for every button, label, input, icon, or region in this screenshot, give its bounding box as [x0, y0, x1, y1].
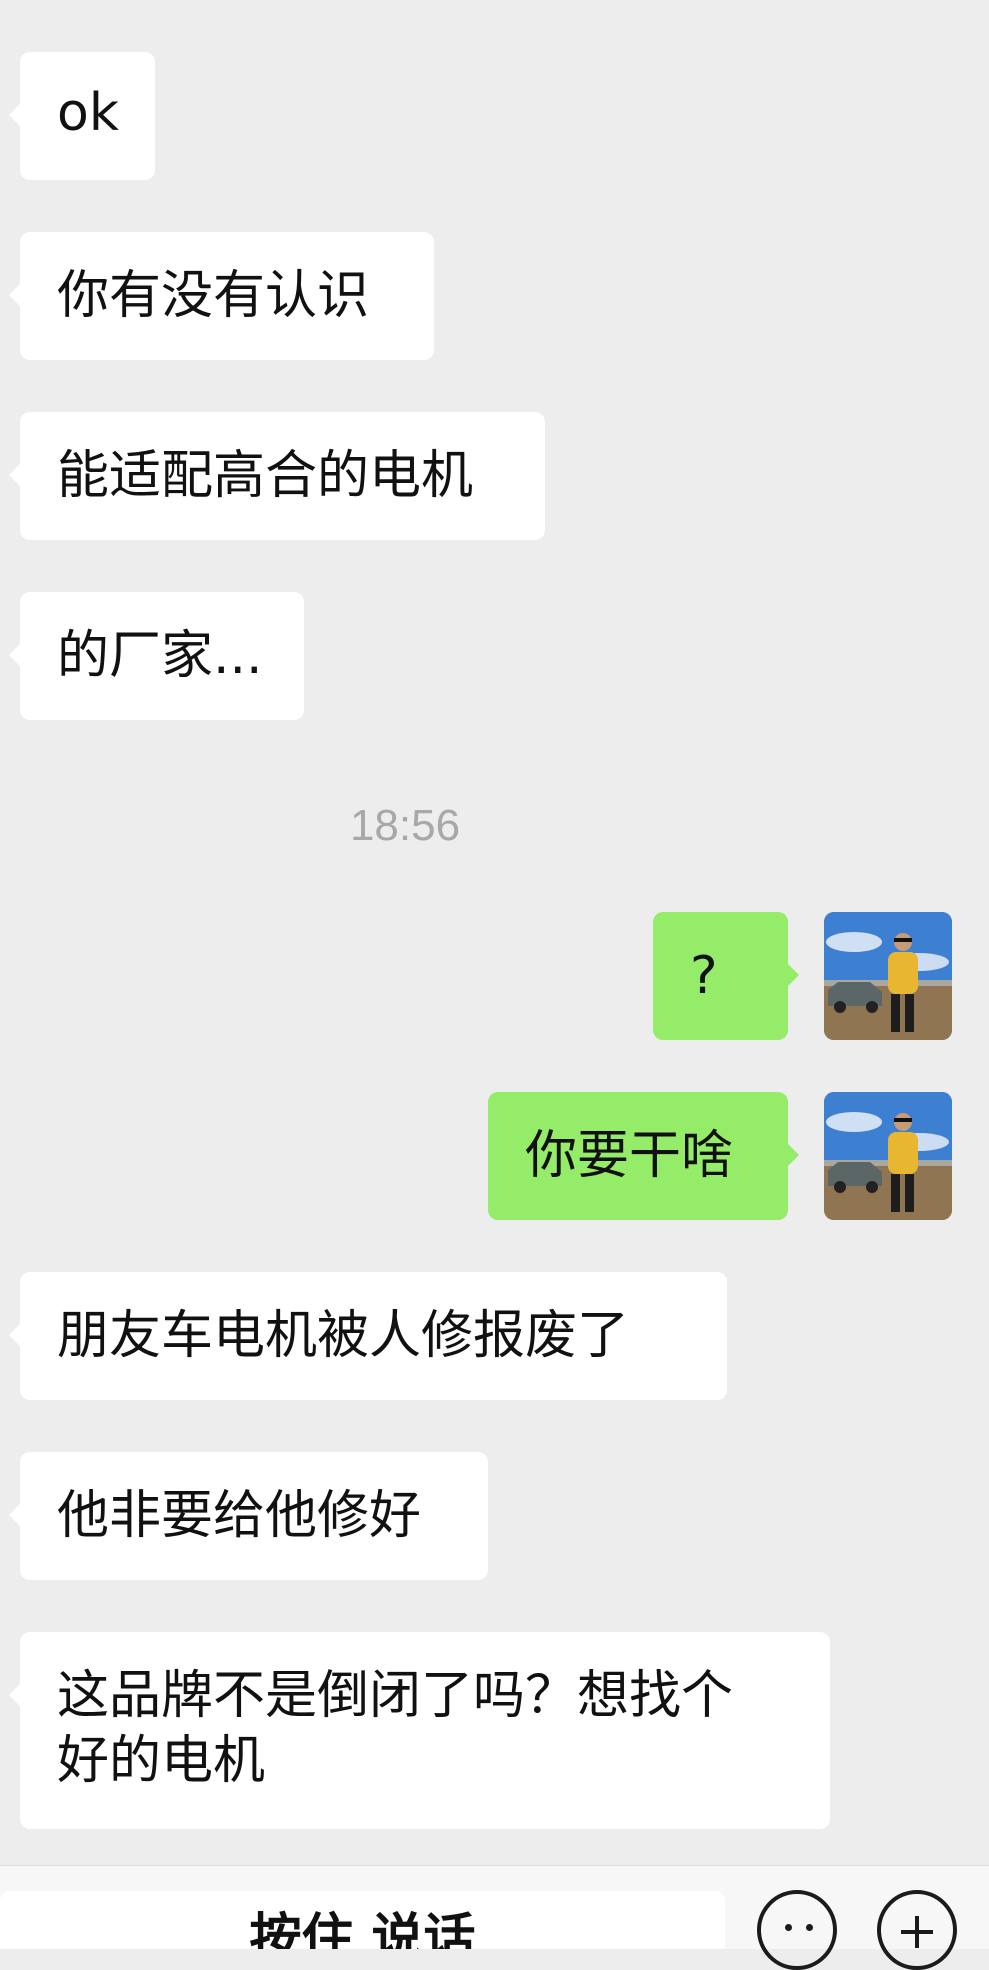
- message-bubble-incoming[interactable]: 这品牌不是倒闭了吗？想找个 好的电机: [9, 1632, 830, 1829]
- message-bubble-incoming[interactable]: 你有没有认识: [9, 232, 434, 360]
- message-bubble-incoming[interactable]: 能适配高合的电机: [9, 412, 545, 540]
- message-bubble-incoming[interactable]: 他非要给他修好: [9, 1452, 488, 1580]
- emoji-eye: [785, 1924, 792, 1931]
- message-text: 你有没有认识: [57, 266, 370, 326]
- message-text: ?: [690, 946, 718, 1006]
- message-bubble-outgoing[interactable]: ?: [653, 912, 799, 1040]
- emoji-eye: [806, 1924, 813, 1931]
- hold-to-talk-button[interactable]: 按住 说话: [0, 1891, 725, 1949]
- user-avatar[interactable]: [824, 1092, 952, 1220]
- plus-vertical-stroke: [915, 1916, 919, 1948]
- message-text: 能适配高合的电机: [57, 446, 474, 506]
- message-text: 他非要给他修好: [57, 1486, 422, 1546]
- user-avatar[interactable]: [824, 912, 952, 1040]
- message-bubble-outgoing[interactable]: 你要干啥: [488, 1092, 799, 1220]
- message-text: 你要干啥: [525, 1126, 734, 1186]
- message-text: 朋友车电机被人修报废了: [57, 1306, 630, 1366]
- message-text: 这品牌不是倒闭了吗？想找个 好的电机: [57, 1666, 734, 1791]
- message-bubble-incoming[interactable]: 的厂家...: [9, 592, 304, 720]
- message-bubble-incoming[interactable]: 朋友车电机被人修报废了: [9, 1272, 727, 1400]
- emoji-icon[interactable]: [757, 1890, 837, 1970]
- message-timestamp: 18:56: [349, 801, 461, 850]
- avatar-photo-icon: [824, 912, 952, 1040]
- chat-input-bar: 按住 说话: [0, 1865, 989, 1949]
- plus-icon[interactable]: [877, 1890, 957, 1970]
- hold-to-talk-label: 按住 说话: [249, 1909, 476, 1949]
- message-text: 的厂家...: [57, 626, 263, 686]
- avatar-photo-icon: [824, 1092, 952, 1220]
- message-bubble-incoming[interactable]: ok: [9, 52, 155, 180]
- message-text: ok: [57, 83, 119, 143]
- chat-message-list[interactable]: ok 你有没有认识 能适配高合的电机 的厂家... 18:56 ? 你要干啥 朋…: [0, 0, 989, 1865]
